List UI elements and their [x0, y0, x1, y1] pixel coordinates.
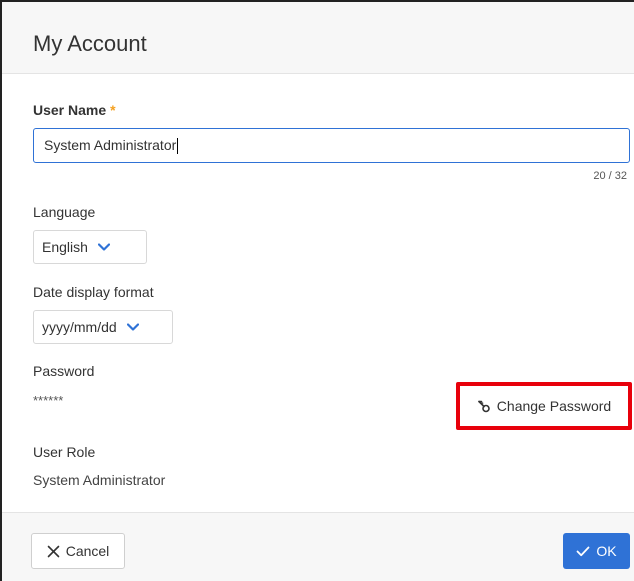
required-marker: * — [110, 102, 116, 118]
my-account-dialog: My Account User Name * System Administrat… — [0, 0, 634, 581]
language-label: Language — [33, 204, 96, 220]
chevron-down-icon — [126, 323, 139, 331]
chevron-down-icon — [97, 243, 110, 251]
date-format-select-value: yyyy/mm/dd — [42, 319, 117, 335]
cancel-button[interactable]: Cancel — [31, 533, 125, 569]
date-format-select[interactable]: yyyy/mm/dd — [33, 310, 173, 344]
password-label: Password — [33, 363, 95, 379]
user-name-input-value: System Administrator — [44, 137, 177, 153]
dialog-header: My Account — [2, 2, 634, 74]
date-format-label: Date display format — [33, 284, 154, 300]
dialog-title: My Account — [33, 31, 147, 56]
password-value: ****** — [33, 393, 64, 408]
dialog-footer: Cancel OK — [2, 512, 634, 581]
key-icon — [477, 400, 490, 413]
language-select[interactable]: English — [33, 230, 147, 264]
user-name-input[interactable]: System Administrator — [33, 128, 630, 163]
close-icon — [47, 545, 60, 557]
change-password-button[interactable]: Change Password — [456, 382, 632, 430]
user-name-char-counter: 20 / 32 — [593, 170, 627, 182]
ok-button[interactable]: OK — [563, 533, 630, 569]
user-name-label-text: User Name — [33, 102, 107, 118]
change-password-label: Change Password — [496, 398, 612, 414]
text-caret — [177, 138, 179, 155]
ok-label: OK — [596, 543, 617, 559]
user-name-label: User Name * — [33, 101, 116, 119]
checkmark-icon — [576, 546, 590, 556]
cancel-label: Cancel — [65, 543, 110, 559]
language-select-value: English — [42, 239, 88, 255]
user-role-label: User Role — [33, 444, 96, 460]
user-role-value: System Administrator — [33, 472, 166, 488]
